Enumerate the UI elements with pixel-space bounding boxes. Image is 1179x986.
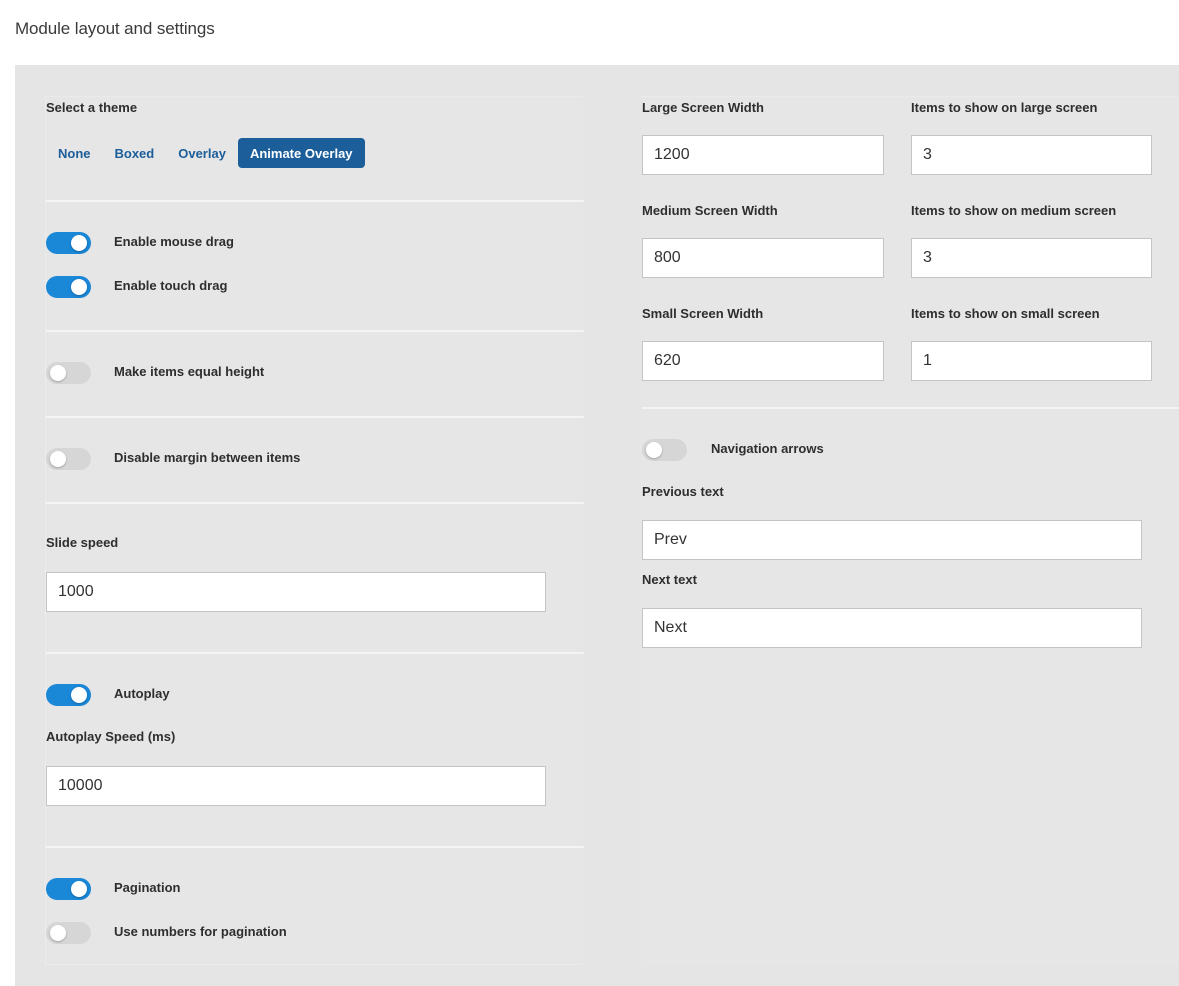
theme-label: Select a theme bbox=[46, 100, 138, 115]
mouse-drag-label: Enable mouse drag bbox=[114, 234, 234, 249]
divider bbox=[46, 846, 584, 848]
theme-option-boxed[interactable]: Boxed bbox=[103, 138, 167, 168]
settings-panel: Select a theme None Boxed Overlay Animat… bbox=[15, 65, 1179, 986]
autoplay-speed-label: Autoplay Speed (ms) bbox=[46, 729, 176, 744]
pagination-label: Pagination bbox=[114, 880, 181, 895]
slide-speed-input[interactable] bbox=[46, 572, 546, 612]
numbers-pagination-label: Use numbers for pagination bbox=[114, 924, 287, 939]
next-text-input[interactable] bbox=[642, 608, 1142, 648]
disable-margin-toggle[interactable] bbox=[46, 448, 91, 470]
autoplay-speed-input[interactable] bbox=[46, 766, 546, 806]
medium-items-input[interactable] bbox=[911, 238, 1152, 278]
autoplay-toggle[interactable] bbox=[46, 684, 91, 706]
toggle-knob bbox=[50, 451, 66, 467]
nav-arrows-label: Navigation arrows bbox=[711, 441, 824, 456]
left-settings-column: Select a theme None Boxed Overlay Animat… bbox=[45, 96, 584, 965]
divider bbox=[46, 502, 584, 504]
slide-speed-label: Slide speed bbox=[46, 535, 119, 550]
disable-margin-label: Disable margin between items bbox=[114, 450, 301, 465]
large-items-input[interactable] bbox=[911, 135, 1152, 175]
small-width-input[interactable] bbox=[642, 341, 884, 381]
page-title: Module layout and settings bbox=[15, 19, 215, 38]
mouse-drag-toggle[interactable] bbox=[46, 232, 91, 254]
divider bbox=[46, 416, 584, 418]
next-text-label: Next text bbox=[642, 572, 697, 587]
theme-selector: None Boxed Overlay Animate Overlay bbox=[46, 138, 365, 168]
divider bbox=[46, 330, 584, 332]
medium-items-label: Items to show on medium screen bbox=[911, 203, 1117, 218]
pagination-toggle[interactable] bbox=[46, 878, 91, 900]
nav-arrows-toggle[interactable] bbox=[642, 439, 687, 461]
touch-drag-toggle[interactable] bbox=[46, 276, 91, 298]
medium-width-label: Medium Screen Width bbox=[642, 203, 778, 218]
divider bbox=[642, 407, 1179, 409]
theme-option-none[interactable]: None bbox=[46, 138, 103, 168]
prev-text-input[interactable] bbox=[642, 520, 1142, 560]
equal-height-label: Make items equal height bbox=[114, 364, 265, 379]
toggle-knob bbox=[71, 235, 87, 251]
numbers-pagination-toggle[interactable] bbox=[46, 922, 91, 944]
divider bbox=[46, 652, 584, 654]
small-width-label: Small Screen Width bbox=[642, 306, 764, 321]
toggle-knob bbox=[71, 279, 87, 295]
theme-option-animate-overlay[interactable]: Animate Overlay bbox=[237, 138, 365, 168]
touch-drag-label: Enable touch drag bbox=[114, 278, 228, 293]
theme-option-overlay[interactable]: Overlay bbox=[166, 138, 238, 168]
toggle-knob bbox=[50, 365, 66, 381]
prev-text-label: Previous text bbox=[642, 484, 724, 499]
divider bbox=[46, 200, 584, 202]
autoplay-label: Autoplay bbox=[114, 686, 170, 701]
medium-width-input[interactable] bbox=[642, 238, 884, 278]
toggle-knob bbox=[71, 881, 87, 897]
large-items-label: Items to show on large screen bbox=[911, 100, 1098, 115]
toggle-knob bbox=[50, 925, 66, 941]
equal-height-toggle[interactable] bbox=[46, 362, 91, 384]
toggle-knob bbox=[646, 442, 662, 458]
small-items-label: Items to show on small screen bbox=[911, 306, 1100, 321]
large-width-input[interactable] bbox=[642, 135, 884, 175]
large-width-label: Large Screen Width bbox=[642, 100, 764, 115]
right-settings-column: Large Screen Width Items to show on larg… bbox=[641, 96, 1179, 965]
small-items-input[interactable] bbox=[911, 341, 1152, 381]
toggle-knob bbox=[71, 687, 87, 703]
